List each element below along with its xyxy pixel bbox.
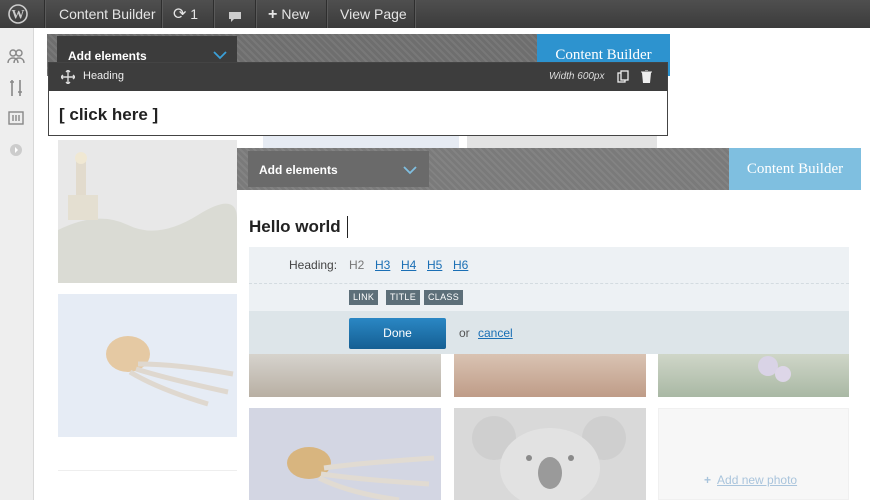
updates-link[interactable]: ⟳ 1: [173, 0, 198, 28]
or-label: or: [459, 326, 470, 340]
view-page-link[interactable]: View Page: [340, 0, 407, 28]
users-icon[interactable]: [6, 46, 26, 66]
trash-icon[interactable]: [641, 69, 652, 86]
comments-icon[interactable]: [227, 6, 243, 22]
click-here-placeholder[interactable]: [ click here ]: [59, 105, 158, 125]
jellyfish-photo-bottom: [249, 408, 441, 500]
top-add-elements-label: Add elements: [68, 49, 147, 63]
sky-photo-top: [263, 136, 459, 148]
admin-sidebar: [0, 28, 34, 500]
main-add-elements-dropdown[interactable]: Add elements: [248, 151, 429, 187]
heading-text[interactable]: Hello world: [249, 217, 341, 237]
main-content-builder-button[interactable]: Content Builder: [729, 148, 861, 190]
duplicate-icon[interactable]: [617, 70, 629, 86]
element-type-label: Heading: [83, 70, 124, 82]
chevron-down-icon: [403, 163, 417, 178]
svg-text:W: W: [12, 7, 25, 22]
canyon-photo: [454, 354, 646, 397]
chevron-down-icon: [213, 48, 227, 63]
heading-options-panel: [249, 247, 849, 311]
admin-bar: W Content Builder ⟳ 1 + New View Page: [0, 0, 870, 28]
new-content-link[interactable]: + New: [268, 0, 309, 28]
element-toolbar: Heading Width 600px: [49, 63, 667, 91]
add-photo-tile[interactable]: + Add new photo: [658, 408, 849, 500]
text-cursor: [347, 216, 348, 238]
rock-photo: [249, 354, 441, 397]
main-add-elements-label: Add elements: [259, 163, 338, 177]
element-width-label: Width 600px: [549, 71, 605, 82]
flower-photo: [658, 354, 849, 397]
heading-field-label: Heading:: [289, 258, 338, 272]
divider-line: [58, 470, 237, 471]
title-tag-button[interactable]: TITLE: [386, 290, 421, 305]
main-builder-toolbar: Add elements: [237, 148, 729, 190]
plus-icon: +: [704, 473, 712, 487]
site-name-link[interactable]: Content Builder: [59, 0, 156, 28]
collapse-menu-icon[interactable]: [6, 140, 26, 160]
move-icon[interactable]: [60, 69, 76, 87]
wordpress-logo-icon[interactable]: W: [8, 4, 28, 24]
settings-icon[interactable]: [6, 108, 26, 128]
refresh-icon: ⟳: [173, 6, 187, 23]
plus-icon: +: [268, 6, 278, 23]
class-tag-button[interactable]: CLASS: [424, 290, 464, 305]
cancel-link[interactable]: cancel: [478, 326, 513, 340]
jellyfish-photo-left: [58, 294, 237, 437]
heading-element-box[interactable]: Heading Width 600px [ click here ]: [48, 62, 668, 136]
new-label: New: [281, 6, 310, 22]
updates-count: 1: [190, 6, 199, 22]
done-button[interactable]: Done: [349, 318, 446, 349]
lighthouse-photo: [58, 140, 237, 283]
heading-level-h5[interactable]: H5: [427, 258, 442, 272]
add-photo-link[interactable]: + Add new photo: [704, 473, 797, 487]
add-photo-label: Add new photo: [717, 473, 798, 487]
tools-icon[interactable]: [6, 78, 26, 98]
heading-level-h6[interactable]: H6: [453, 258, 468, 272]
grey-photo-top: [467, 136, 657, 148]
koala-photo: [454, 408, 646, 500]
link-tag-button[interactable]: LINK: [349, 290, 379, 305]
heading-level-h2[interactable]: H2: [349, 258, 364, 272]
heading-level-h3[interactable]: H3: [375, 258, 390, 272]
action-bar: [249, 311, 849, 354]
options-divider: [249, 283, 849, 285]
heading-level-h4[interactable]: H4: [401, 258, 416, 272]
